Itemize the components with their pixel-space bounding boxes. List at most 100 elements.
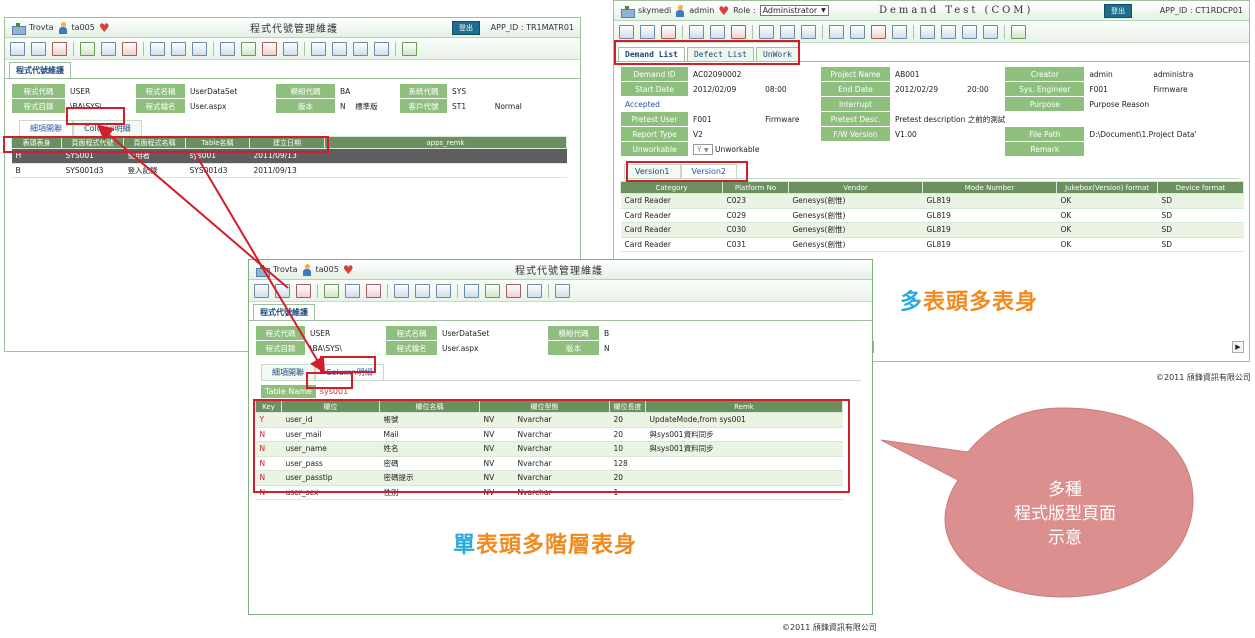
search-icon[interactable] — [780, 24, 795, 39]
confirm-icon[interactable] — [485, 283, 500, 298]
exit-icon[interactable] — [1011, 24, 1026, 39]
last-record-icon[interactable] — [983, 24, 998, 39]
tab-program-maintenance[interactable]: 程式代號維護 — [253, 304, 315, 320]
value-unworkable[interactable]: Y ▼ Unworkable — [688, 141, 821, 157]
confirm-icon[interactable] — [241, 41, 256, 56]
value-file-path[interactable]: D:\Document\1.Project Data' — [1084, 126, 1246, 142]
value-creator-id[interactable]: admin — [1084, 66, 1150, 82]
home-icon[interactable] — [11, 22, 26, 35]
exit-icon[interactable] — [402, 41, 417, 56]
value-start-time[interactable]: 08:00 — [760, 81, 821, 97]
home-icon[interactable] — [255, 264, 270, 277]
first-record-icon[interactable] — [555, 283, 570, 298]
value-program-file[interactable]: User.aspx — [437, 340, 548, 356]
edit-row-icon[interactable] — [710, 24, 725, 39]
delete-row-icon[interactable] — [731, 24, 746, 39]
delete-icon[interactable] — [296, 283, 311, 298]
value-version[interactable]: N — [599, 340, 620, 356]
edit-row-icon[interactable] — [345, 283, 360, 298]
query-icon[interactable] — [394, 283, 409, 298]
value-version[interactable]: N 標準版 — [335, 98, 400, 114]
role-select[interactable]: Administrator ▼ — [759, 5, 829, 16]
col-header-category[interactable]: Category — [620, 181, 723, 194]
value-demand-id[interactable]: AC02090002 — [688, 66, 821, 82]
approve-icon[interactable] — [527, 283, 542, 298]
confirm-icon[interactable] — [850, 24, 865, 39]
new-icon[interactable] — [10, 41, 25, 56]
col-header-device-format[interactable]: Device format — [1157, 181, 1244, 194]
table-row[interactable]: Card Reader C031 Genesys(創惟) GL819 OK SD — [620, 237, 1244, 252]
edit-icon[interactable] — [640, 24, 655, 39]
home-icon[interactable] — [620, 5, 635, 18]
save-icon[interactable] — [220, 41, 235, 56]
cancel-icon[interactable] — [262, 41, 277, 56]
col-header-remark[interactable]: apps_remk — [324, 136, 567, 149]
delete-icon[interactable] — [661, 24, 676, 39]
cancel-icon[interactable] — [506, 283, 521, 298]
table-row[interactable]: Card Reader C030 Genesys(創惟) GL819 OK SD — [620, 222, 1244, 238]
col-header-vendor[interactable]: Vendor — [788, 181, 923, 194]
value-program-file[interactable]: User.aspx — [185, 98, 276, 114]
add-row-icon[interactable] — [80, 41, 95, 56]
value-program-code[interactable]: USER — [65, 83, 136, 99]
value-module-code[interactable]: BA — [335, 83, 400, 99]
value-end-date[interactable]: 2012/02/29 — [889, 81, 964, 97]
add-row-icon[interactable] — [689, 24, 704, 39]
value-interrupt[interactable] — [889, 96, 1006, 112]
cancel-icon[interactable] — [871, 24, 886, 39]
value-module-code[interactable]: B — [599, 325, 620, 341]
value-pretest-desc[interactable]: Pretest description 之前的測試 — [889, 111, 1247, 127]
search-icon[interactable] — [415, 283, 430, 298]
value-engineer-name[interactable]: Firmware — [1148, 81, 1246, 97]
value-system-code[interactable]: SYS — [447, 83, 558, 99]
delete-row-icon[interactable] — [122, 41, 137, 56]
value-program-code[interactable]: USER — [305, 325, 386, 341]
new-icon[interactable] — [254, 283, 269, 298]
tab-program-maintenance[interactable]: 程式代號維護 — [9, 62, 71, 78]
unworkable-select[interactable]: Y ▼ — [693, 143, 713, 155]
table-row[interactable]: Card Reader C023 Genesys(創惟) GL819 OK SD — [620, 193, 1244, 209]
search-icon[interactable] — [171, 41, 186, 56]
logout-button[interactable]: 登出 — [452, 20, 480, 35]
last-record-icon[interactable] — [374, 41, 389, 56]
value-program-name[interactable]: UserDataSet — [437, 325, 548, 341]
next-record-icon[interactable] — [962, 24, 977, 39]
scroll-right-button[interactable]: ▶ — [1232, 341, 1244, 353]
subtab-detail-link[interactable]: 細項開聯 — [19, 120, 73, 136]
value-remark[interactable] — [1084, 141, 1246, 157]
edit-icon[interactable] — [275, 283, 290, 298]
value-pretest-user-id[interactable]: F001 — [687, 111, 762, 127]
table-row[interactable]: Card Reader C029 Genesys(創惟) GL819 OK SD — [620, 208, 1244, 223]
print-icon[interactable] — [436, 283, 451, 298]
table-row[interactable]: B SYS001d3 登入記錄 SYS001d3 2011/09/13 — [11, 163, 567, 178]
query-icon[interactable] — [759, 24, 774, 39]
value-project-name[interactable]: AB001 — [889, 66, 1006, 82]
print-icon[interactable] — [192, 41, 207, 56]
prev-record-icon[interactable] — [332, 41, 347, 56]
prev-record-icon[interactable] — [941, 24, 956, 39]
add-row-icon[interactable] — [324, 283, 339, 298]
value-report-type[interactable]: V2 — [688, 126, 821, 142]
col-header-mode-number[interactable]: Mode Number — [922, 181, 1057, 194]
value-program-dir[interactable]: \BA\SYS\ — [305, 340, 386, 356]
save-icon[interactable] — [829, 24, 844, 39]
logout-button[interactable]: 登出 — [1104, 3, 1132, 18]
col-header-platform-no[interactable]: Platform No — [722, 181, 789, 194]
heart-icon[interactable]: ♥ — [718, 5, 729, 17]
new-icon[interactable] — [619, 24, 634, 39]
value-purpose[interactable]: Purpose Reason — [1084, 96, 1246, 112]
query-icon[interactable] — [150, 41, 165, 56]
edit-icon[interactable] — [31, 41, 46, 56]
approve-icon[interactable] — [892, 24, 907, 39]
value-customer-code[interactable]: ST1 Normal — [447, 98, 558, 114]
value-pretest-user-name[interactable]: Firmware — [760, 111, 821, 127]
value-program-name[interactable]: UserDataSet — [185, 83, 276, 99]
delete-icon[interactable] — [52, 41, 67, 56]
first-record-icon[interactable] — [920, 24, 935, 39]
value-fw-version[interactable]: V1.00 — [889, 126, 1006, 142]
print-icon[interactable] — [801, 24, 816, 39]
value-start-date[interactable]: 2012/02/09 — [687, 81, 762, 97]
delete-row-icon[interactable] — [366, 283, 381, 298]
save-icon[interactable] — [464, 283, 479, 298]
value-engineer-id[interactable]: F001 — [1084, 81, 1150, 97]
